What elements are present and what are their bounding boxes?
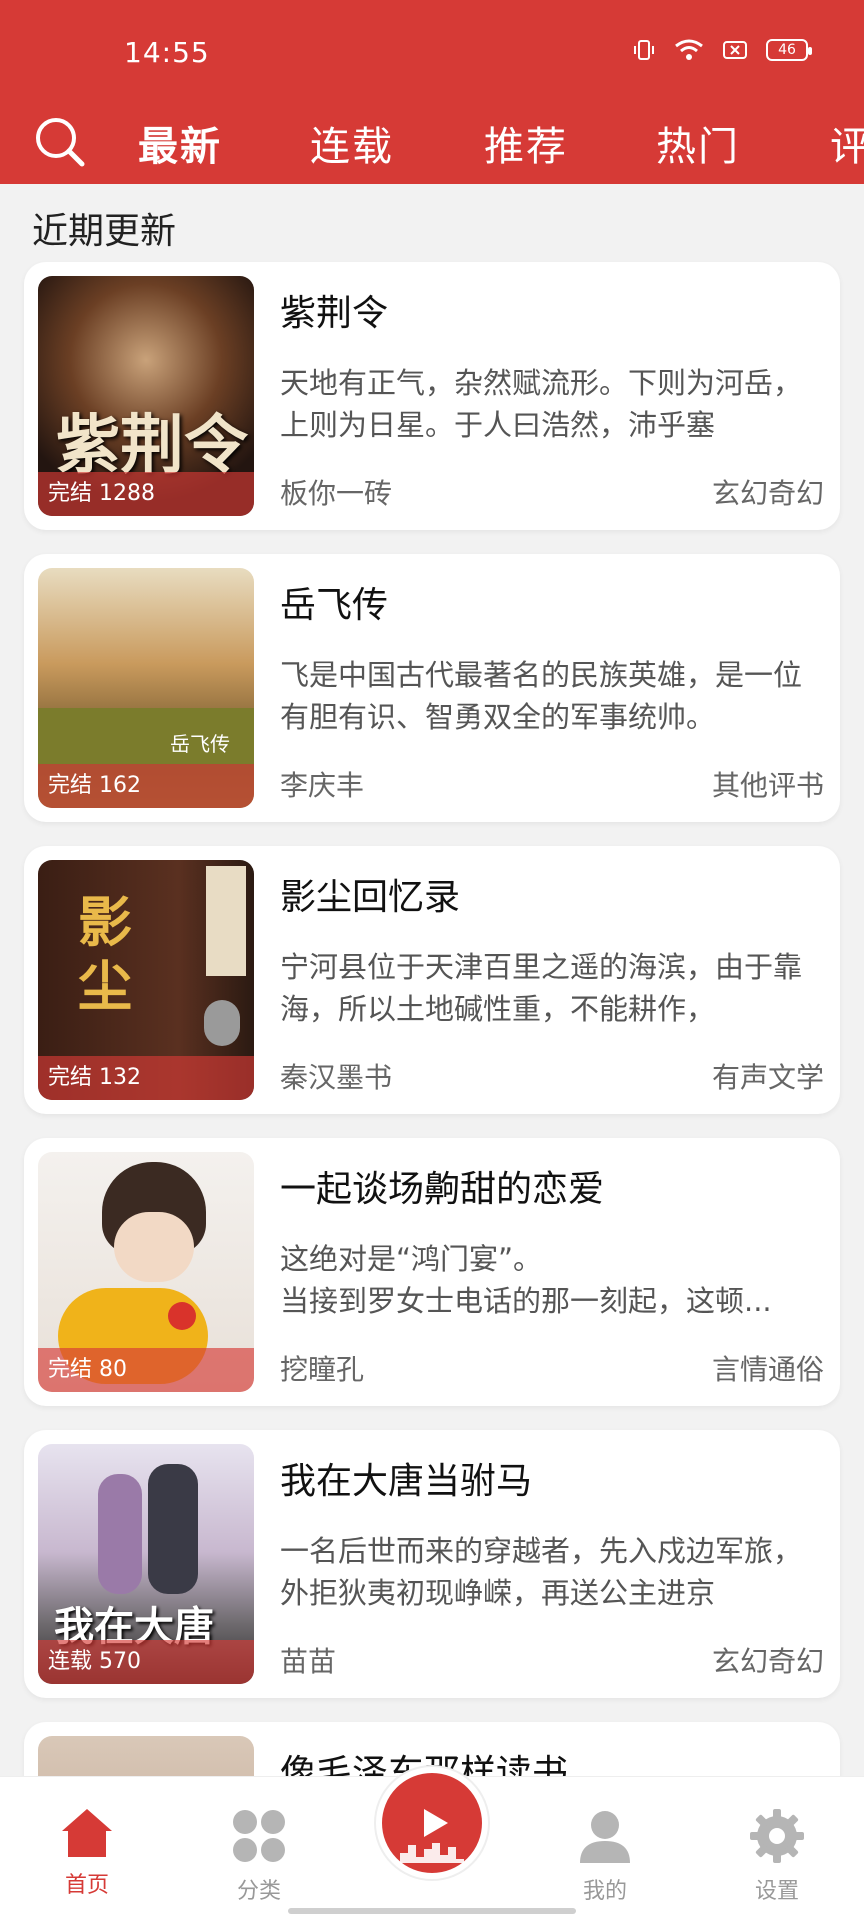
play-button[interactable]: [376, 1767, 488, 1879]
sim-icon: [723, 41, 747, 59]
cover-title: 影尘: [78, 890, 132, 1018]
book-cover: 紫荆令 完结 1288: [38, 276, 254, 516]
nav-category-label: 分类: [236, 1879, 281, 1904]
book-author: 苗苗: [280, 1645, 337, 1678]
book-genre: 其他评书: [711, 769, 824, 802]
category-tabs: 最新 连载 推荐 热门 评: [0, 100, 864, 184]
nav-home[interactable]: 首页: [32, 1807, 142, 1899]
grid-icon: [233, 1810, 285, 1862]
nav-mine[interactable]: 我的: [550, 1807, 660, 1905]
book-cover: 我在大唐 连载 570: [38, 1444, 254, 1684]
status-icons: 46: [632, 38, 812, 62]
tab-review[interactable]: 评: [830, 114, 864, 172]
book-genre: 玄幻奇幻: [711, 1645, 824, 1678]
book-author: 板你一砖: [280, 477, 393, 510]
book-title: 我在大唐当驸马: [280, 1461, 533, 1502]
home-indicator: [288, 1908, 576, 1914]
status-badge: 完结 80: [38, 1348, 254, 1392]
book-cover: 岳飞传 完结 162: [38, 568, 254, 808]
vibrate-icon: [634, 40, 654, 60]
tab-latest[interactable]: 最新: [138, 114, 222, 172]
cover-title: 岳飞传: [170, 732, 230, 756]
play-icon: [400, 1809, 464, 1863]
status-badge: 完结 162: [38, 764, 254, 808]
book-author: 挖瞳孔: [280, 1353, 365, 1386]
status-time: 14:55: [124, 36, 210, 69]
book-description: 一名后世而来的穿越者，先入戍边军旅，外拒狄夷初现峥嵘，再送公主进京: [280, 1534, 803, 1610]
book-author: 秦汉墨书: [280, 1061, 393, 1094]
book-card[interactable]: 完结 80 一起谈场齁甜的恋爱 这绝对是“鸿门宴”。 当接到罗女士电话的那一刻起…: [24, 1138, 840, 1406]
search-icon[interactable]: [30, 112, 90, 172]
book-description: 天地有正气，杂然赋流形。下则为河岳，上则为日星。于人曰浩然，沛乎塞: [280, 366, 803, 442]
battery-indicator: 46: [766, 39, 812, 61]
book-description: 飞是中国古代最著名的民族英雄，是一位有胆有识、智勇双全的军事统帅。: [280, 658, 803, 734]
home-icon: [62, 1809, 112, 1857]
book-cover: 影尘 完结 132: [38, 860, 254, 1100]
book-title: 岳飞传: [280, 585, 389, 626]
nav-settings[interactable]: 设置: [722, 1807, 832, 1905]
status-badge: 连载 570: [38, 1640, 254, 1684]
wifi-icon: [675, 39, 703, 60]
status-badge: 完结 1288: [38, 472, 254, 516]
nav-settings-label: 设置: [754, 1879, 799, 1904]
book-card[interactable]: 我在大唐 连载 570 我在大唐当驸马 一名后世而来的穿越者，先入戍边军旅，外拒…: [24, 1430, 840, 1698]
nav-mine-label: 我的: [582, 1879, 627, 1904]
section-title: 近期更新: [32, 211, 177, 252]
status-badge: 完结 132: [38, 1056, 254, 1100]
user-icon: [580, 1811, 630, 1863]
book-title: 一起谈场齁甜的恋爱: [280, 1169, 605, 1210]
book-title: 紫荆令: [280, 293, 389, 334]
tab-recommend[interactable]: 推荐: [484, 114, 568, 172]
status-bar: 14:55 46: [0, 0, 864, 100]
nav-category[interactable]: 分类: [204, 1807, 314, 1905]
book-genre: 有声文学: [711, 1061, 824, 1094]
book-card[interactable]: 影尘 完结 132 影尘回忆录 宁河县位于天津百里之遥的海滨，由于靠海，所以土地…: [24, 846, 840, 1114]
top-bar: 14:55 46 最新 连载 推荐 热门 评: [0, 0, 864, 184]
tab-serial[interactable]: 连载: [310, 114, 394, 172]
book-genre: 玄幻奇幻: [711, 477, 824, 510]
book-description: 宁河县位于天津百里之遥的海滨，由于靠海，所以土地碱性重，不能耕作，: [280, 950, 803, 1026]
book-description: 这绝对是“鸿门宴”。 当接到罗女士电话的那一刻起，这顿...: [280, 1242, 772, 1318]
book-card[interactable]: 紫荆令 完结 1288 紫荆令 天地有正气，杂然赋流形。下则为河岳，上则为日星。…: [24, 262, 840, 530]
book-title: 影尘回忆录: [280, 877, 461, 918]
book-cover: 完结 80: [38, 1152, 254, 1392]
bottom-navigation: 首页 分类 我的 设置: [0, 1767, 864, 1920]
book-author: 李庆丰: [280, 769, 365, 802]
book-genre: 言情通俗: [711, 1353, 824, 1386]
book-card[interactable]: 岳飞传 完结 162 岳飞传 飞是中国古代最著名的民族英雄，是一位有胆有识、智勇…: [24, 554, 840, 822]
nav-home-label: 首页: [64, 1873, 109, 1898]
tab-hot[interactable]: 热门: [656, 114, 740, 172]
gear-icon: [750, 1809, 804, 1863]
